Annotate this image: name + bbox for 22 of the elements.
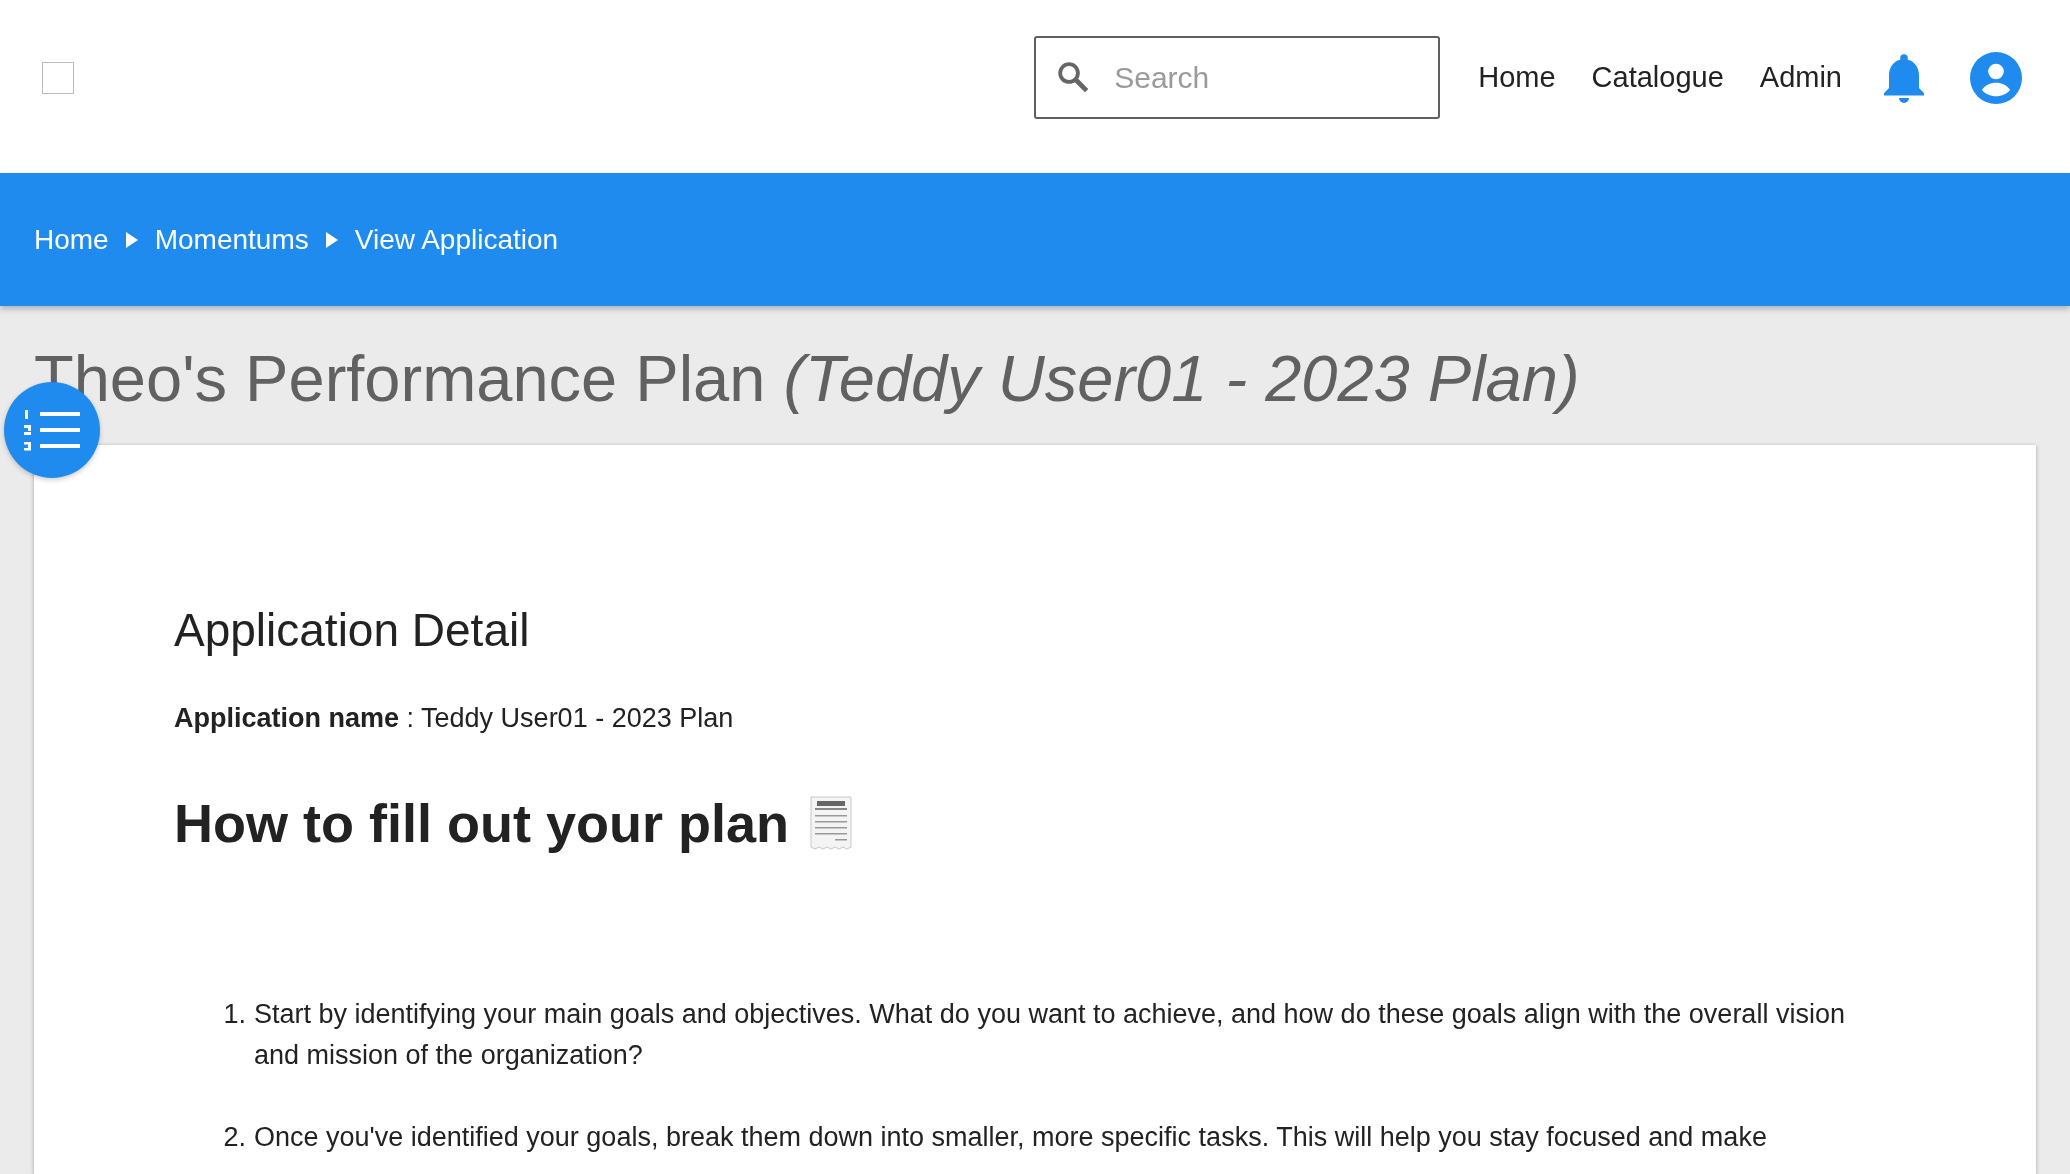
- nav-link[interactable]: Admin: [1759, 61, 1842, 94]
- step-text: Start by identifying your main goals and objectives. What do you want to achieve, and how do these goals align with the overall vision and mission of the organization?: [254, 998, 1846, 1072]
- account-icon[interactable]: [1970, 51, 2022, 104]
- notifications-icon[interactable]: [1882, 52, 1926, 103]
- breadcrumb-link[interactable]: View Application: [354, 223, 559, 256]
- section-title: How to fill out your plan: [174, 792, 789, 854]
- search-field[interactable]: Search: [1034, 36, 1441, 119]
- receipt-icon: [808, 795, 853, 851]
- breadcrumb-link[interactable]: Home: [34, 223, 109, 256]
- chevron-icon: [324, 230, 339, 249]
- chevron-icon: [124, 230, 139, 249]
- nav-link[interactable]: Home: [1478, 61, 1556, 94]
- step-text: Once you've identified your goals, break them down into smaller, more specific tasks. This will help you stay focused and make: [254, 1121, 1767, 1154]
- step-number: 2.: [222, 1121, 246, 1154]
- nav-link[interactable]: Catalogue: [1591, 61, 1724, 94]
- checkbox[interactable]: [42, 61, 74, 94]
- breadcrumb-link[interactable]: Momentums: [154, 223, 309, 256]
- field-label: Application name: [174, 703, 400, 733]
- step-number: 1.: [222, 998, 246, 1031]
- numbered-list-icon: [22, 408, 82, 452]
- field-value: : Teddy User01 - 2023 Plan: [406, 703, 734, 733]
- section-heading: Application Detail: [174, 603, 531, 657]
